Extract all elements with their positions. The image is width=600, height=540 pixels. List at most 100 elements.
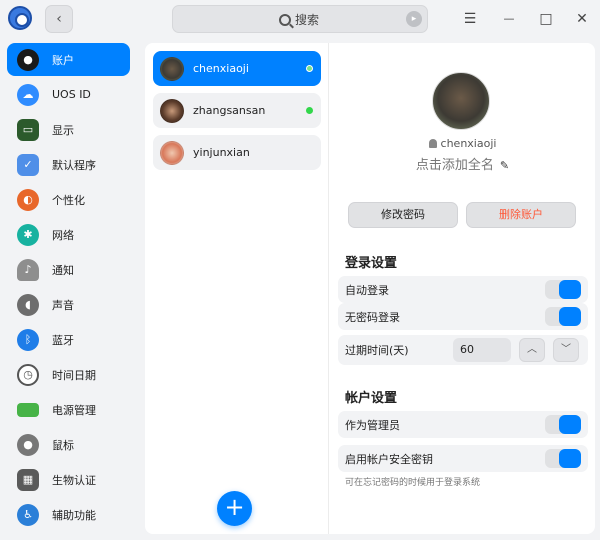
search-placeholder: 搜索 [295,13,320,27]
fullname-placeholder: 点击添加全名 [415,158,494,173]
close-button[interactable]: ✕ [571,8,593,30]
auto-login-row: 自动登录 [338,276,588,303]
personalization-icon: ◐ [17,188,39,211]
sidebar-item-label: 时间日期 [52,368,96,382]
account-name: zhangsansan [193,104,266,117]
clock-icon: ◷ [17,363,39,386]
sidebar-item-label: 显示 [52,123,74,137]
sidebar-item-datetime[interactable]: ◷ 时间日期 [7,358,130,391]
decrease-button[interactable]: ﹀ [553,338,579,362]
sidebar-item-default-apps[interactable]: ✓ 默认程序 [7,148,130,181]
login-settings-title: 登录设置 [345,256,398,271]
sidebar-item-bluetooth[interactable]: ᛒ 蓝牙 [7,323,130,356]
maximize-button[interactable]: □ [535,8,557,30]
avatar[interactable] [432,72,490,130]
switch-knob [559,415,581,434]
passwordless-login-switch[interactable] [545,307,581,326]
online-status-indicator [306,65,313,72]
pencil-icon[interactable]: ✎ [500,159,509,172]
bluetooth-icon: ᛒ [17,328,39,351]
account-item-zhangsansan[interactable]: zhangsansan [153,93,321,128]
sidebar-item-network[interactable]: ✱ 网络 [7,218,130,251]
admin-label: 作为管理员 [345,418,400,432]
search-input[interactable]: 搜索 ▸ [172,5,428,33]
user-icon [428,139,437,148]
sidebar-item-biometric[interactable]: ▦ 生物认证 [7,463,130,496]
username-row: chenxiaoji [329,137,596,150]
account-name: chenxiaoji [193,62,249,75]
admin-switch[interactable] [545,415,581,434]
mouse-icon: ● [17,433,39,456]
expire-time-row: 过期时间(天) 60 ︿ ﹀ [338,335,588,365]
security-key-row: 启用帐户安全密钥 [338,445,588,472]
account-detail-panel: chenxiaoji 点击添加全名 ✎ 修改密码 删除账户 登录设置 自动登录 无… [328,43,595,534]
username: chenxiaoji [440,137,497,150]
sidebar-item-accounts[interactable]: ● 账户 [7,43,130,76]
account-icon: ● [17,48,39,71]
speaker-icon: ◖ [17,293,39,316]
increase-button[interactable]: ︿ [519,338,545,362]
security-key-label: 启用帐户安全密钥 [345,452,433,466]
network-icon: ✱ [17,223,39,246]
accessibility-icon: ♿ [17,503,39,526]
titlebar: ‹ 搜索 ▸ ☰ — □ ✕ [0,0,600,38]
expire-time-input[interactable]: 60 [453,338,511,362]
auto-login-switch[interactable] [545,280,581,299]
sidebar-item-label: 生物认证 [52,473,96,487]
sidebar-item-label: 默认程序 [52,158,96,172]
bell-icon: ♪ [17,258,39,281]
avatar [160,140,184,165]
sidebar-item-notification[interactable]: ♪ 通知 [7,253,130,286]
sidebar-item-label: 辅助功能 [52,508,96,522]
avatar [160,56,184,81]
sidebar-item-personalization[interactable]: ◐ 个性化 [7,183,130,216]
delete-account-button[interactable]: 删除账户 [466,202,576,228]
sidebar: ● 账户 ☁ UOS ID ▭ 显示 ✓ 默认程序 ◐ 个性化 ✱ 网络 ♪ 通… [0,38,139,540]
battery-icon [17,402,39,417]
admin-row: 作为管理员 [338,411,588,438]
account-list-panel: chenxiaoji zhangsansan yinjunxian + [145,43,328,534]
cloud-icon: ☁ [17,83,39,106]
sidebar-item-label: 通知 [52,263,74,277]
sidebar-item-power[interactable]: 电源管理 [7,393,130,426]
back-button[interactable]: ‹ [45,5,73,33]
sidebar-item-sound[interactable]: ◖ 声音 [7,288,130,321]
account-settings-title: 帐户设置 [345,391,398,406]
account-item-chenxiaoji[interactable]: chenxiaoji [153,51,321,86]
sidebar-item-label: 电源管理 [52,403,96,417]
app-logo-icon [8,6,32,30]
switch-knob [559,280,581,299]
sidebar-item-label: 鼠标 [52,438,74,452]
fingerprint-icon: ▦ [17,468,39,491]
display-icon: ▭ [17,118,39,141]
minimize-button[interactable]: — [498,8,520,30]
passwordless-login-label: 无密码登录 [345,310,400,324]
sidebar-item-label: 个性化 [52,193,85,207]
sidebar-item-label: 网络 [52,228,74,242]
auto-login-label: 自动登录 [345,283,389,297]
menu-button[interactable]: ☰ [459,8,481,30]
sidebar-item-accessibility[interactable]: ♿ 辅助功能 [7,498,130,531]
voice-input-icon[interactable]: ▸ [406,11,422,27]
online-status-indicator [306,107,313,114]
account-name: yinjunxian [193,146,250,159]
expire-time-label: 过期时间(天) [345,344,409,357]
switch-knob [559,449,581,468]
change-password-button[interactable]: 修改密码 [348,202,458,228]
search-icon [279,13,291,26]
add-account-button[interactable]: + [217,491,252,526]
sidebar-item-label: UOS ID [52,88,91,101]
sidebar-item-label: 蓝牙 [52,333,74,347]
security-key-switch[interactable] [545,449,581,468]
sidebar-item-label: 账户 [52,53,74,67]
sidebar-item-mouse[interactable]: ● 鼠标 [7,428,130,461]
avatar [160,98,184,123]
passwordless-login-row: 无密码登录 [338,303,588,330]
account-item-yinjunxian[interactable]: yinjunxian [153,135,321,170]
sidebar-item-uos-id[interactable]: ☁ UOS ID [7,78,130,111]
security-key-hint: 可在忘记密码的时候用于登录系统 [345,478,481,488]
sidebar-item-display[interactable]: ▭ 显示 [7,113,130,146]
fullname-row[interactable]: 点击添加全名 ✎ [329,154,596,173]
switch-knob [559,307,581,326]
default-apps-icon: ✓ [17,153,39,176]
